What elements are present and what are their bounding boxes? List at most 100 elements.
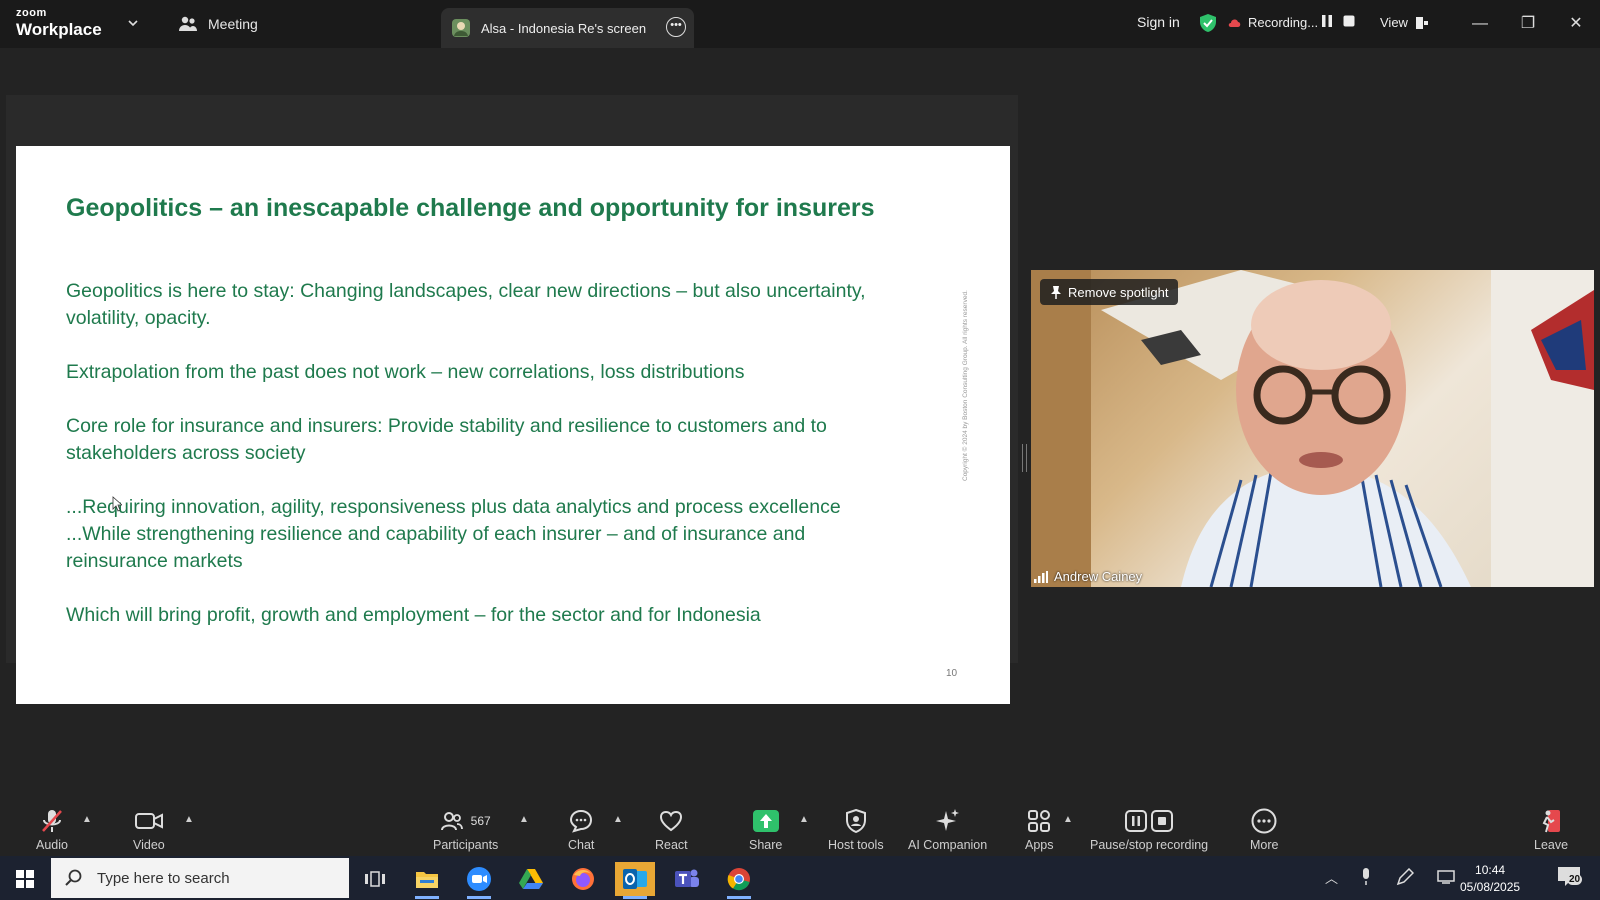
more-options-icon[interactable]: ••• bbox=[666, 17, 686, 37]
more-label: More bbox=[1250, 838, 1279, 852]
cloud-recording-icon bbox=[1228, 18, 1241, 27]
clock-time: 10:44 bbox=[1475, 863, 1506, 877]
people-icon bbox=[179, 16, 197, 31]
chevron-up-icon[interactable]: ▲ bbox=[613, 814, 623, 825]
meeting-tab-label: Meeting bbox=[208, 16, 258, 32]
slide-paragraph: Geopolitics is here to stay: Changing la… bbox=[66, 280, 866, 329]
ai-companion-label: AI Companion bbox=[908, 838, 988, 852]
view-layout-icon bbox=[1415, 16, 1428, 29]
chrome-icon[interactable] bbox=[719, 862, 759, 899]
tab-screen-share[interactable]: Alsa - Indonesia Re's screen ••• bbox=[441, 8, 694, 48]
taskbar-search[interactable]: Type here to search bbox=[51, 858, 349, 898]
mouse-cursor-icon bbox=[112, 496, 122, 512]
chat-bubble-icon bbox=[570, 809, 593, 833]
chat-label: Chat bbox=[568, 838, 595, 852]
remove-spotlight-button[interactable]: Remove spotlight bbox=[1040, 279, 1179, 305]
notification-count: 20 bbox=[1567, 874, 1583, 885]
file-explorer-icon[interactable] bbox=[407, 862, 447, 899]
audio-label: Audio bbox=[36, 838, 68, 852]
brand-bottom: Workplace bbox=[16, 20, 102, 39]
slide-title: Geopolitics – an inescapable challenge a… bbox=[66, 194, 875, 222]
participants-button[interactable]: 567 Participants bbox=[433, 808, 498, 852]
share-screen-icon bbox=[752, 810, 779, 832]
sign-in-link[interactable]: Sign in bbox=[1137, 14, 1180, 30]
avatar-icon bbox=[452, 19, 470, 37]
slide-paragraph: Core role for insurance and insurers: Pr… bbox=[66, 415, 827, 464]
windows-start-icon[interactable] bbox=[16, 870, 34, 888]
chevron-up-icon[interactable]: ▲ bbox=[82, 814, 92, 825]
pin-icon bbox=[1051, 285, 1061, 299]
view-label: View bbox=[1380, 15, 1408, 30]
view-menu[interactable]: View bbox=[1380, 15, 1428, 30]
google-drive-icon[interactable] bbox=[511, 862, 551, 896]
video-label: Video bbox=[133, 838, 165, 852]
leave-button[interactable]: Leave bbox=[1534, 808, 1568, 852]
share-label: Share bbox=[749, 838, 783, 852]
show-hidden-icons-icon[interactable]: ︿ bbox=[1325, 868, 1338, 887]
chevron-up-icon[interactable]: ▲ bbox=[184, 814, 194, 825]
slide-paragraph: ...Requiring innovation, agility, respon… bbox=[66, 496, 841, 572]
apps-button[interactable]: Apps bbox=[1025, 808, 1054, 852]
security-shield-icon[interactable] bbox=[1199, 13, 1217, 33]
minimize-icon[interactable]: — bbox=[1468, 12, 1492, 36]
participant-name-tag: Andrew Cainey bbox=[1034, 569, 1142, 584]
close-icon[interactable]: ✕ bbox=[1564, 12, 1588, 36]
split-resize-handle[interactable] bbox=[1022, 444, 1027, 472]
tab-meeting[interactable]: Meeting bbox=[178, 10, 258, 38]
slide-page-number: 10 bbox=[946, 668, 958, 679]
video-camera-icon bbox=[134, 813, 163, 829]
more-icon bbox=[1251, 808, 1277, 834]
chevron-up-icon[interactable]: ▲ bbox=[799, 814, 809, 825]
pause-stop-label: Pause/stop recording bbox=[1090, 838, 1209, 852]
share-button[interactable]: Share bbox=[749, 808, 782, 852]
ai-companion-button[interactable]: AI Companion bbox=[908, 808, 987, 852]
recording-indicator[interactable]: Recording... bbox=[1228, 15, 1318, 30]
slide-paragraph: Which will bring profit, growth and empl… bbox=[66, 604, 761, 626]
react-button[interactable]: React bbox=[655, 808, 688, 852]
brand-top: zoom bbox=[16, 7, 47, 19]
search-placeholder: Type here to search bbox=[97, 869, 230, 887]
firefox-icon[interactable] bbox=[563, 862, 603, 896]
participant-video-frame bbox=[1031, 270, 1594, 587]
task-view-icon[interactable] bbox=[355, 862, 395, 896]
zoom-app-icon[interactable] bbox=[459, 862, 499, 899]
teams-icon[interactable] bbox=[667, 862, 707, 896]
heart-icon bbox=[660, 810, 683, 832]
zoom-workplace-logo: zoom Workplace bbox=[16, 7, 102, 39]
stop-icon bbox=[1151, 810, 1174, 832]
display-icon[interactable] bbox=[1437, 870, 1455, 884]
apps-grid-icon bbox=[1028, 810, 1051, 832]
chevron-up-icon[interactable]: ▲ bbox=[519, 814, 529, 825]
chevron-up-icon[interactable]: ▲ bbox=[1063, 814, 1073, 825]
stop-recording-icon[interactable] bbox=[1343, 14, 1355, 28]
slide-copyright: Copyright © 2024 by Boston Consulting Gr… bbox=[962, 290, 969, 481]
sparkle-icon bbox=[935, 809, 959, 831]
microphone-icon[interactable] bbox=[1361, 868, 1371, 886]
outlook-icon[interactable] bbox=[615, 862, 655, 899]
participants-icon bbox=[440, 812, 463, 831]
video-button[interactable]: Video bbox=[133, 808, 165, 852]
chevron-down-icon[interactable] bbox=[126, 16, 140, 30]
react-label: React bbox=[655, 838, 688, 852]
audio-button[interactable]: Audio bbox=[36, 808, 68, 852]
host-tools-label: Host tools bbox=[828, 838, 884, 852]
pause-stop-recording-button[interactable]: Pause/stop recording bbox=[1090, 808, 1208, 852]
participant-video[interactable] bbox=[1031, 270, 1594, 587]
participants-label: Participants bbox=[433, 838, 499, 852]
search-icon bbox=[65, 869, 82, 886]
microphone-muted-icon bbox=[42, 810, 62, 832]
more-button[interactable]: More bbox=[1250, 808, 1278, 852]
recording-label: Recording... bbox=[1248, 15, 1319, 30]
pen-icon[interactable] bbox=[1396, 868, 1414, 886]
leave-icon bbox=[1542, 810, 1561, 833]
participants-count: 567 bbox=[470, 814, 491, 828]
system-clock[interactable]: 10:44 05/08/2025 bbox=[1460, 862, 1520, 896]
share-tab-label: Alsa - Indonesia Re's screen bbox=[481, 20, 647, 36]
shared-slide: Geopolitics – an inescapable challenge a… bbox=[16, 146, 1010, 704]
leave-label: Leave bbox=[1534, 838, 1569, 852]
chat-button[interactable]: Chat bbox=[568, 808, 594, 852]
host-tools-button[interactable]: Host tools bbox=[828, 808, 884, 852]
restore-icon[interactable]: ❐ bbox=[1516, 12, 1540, 36]
notification-center[interactable]: 20 bbox=[1557, 866, 1583, 893]
pause-recording-icon[interactable] bbox=[1321, 14, 1333, 28]
